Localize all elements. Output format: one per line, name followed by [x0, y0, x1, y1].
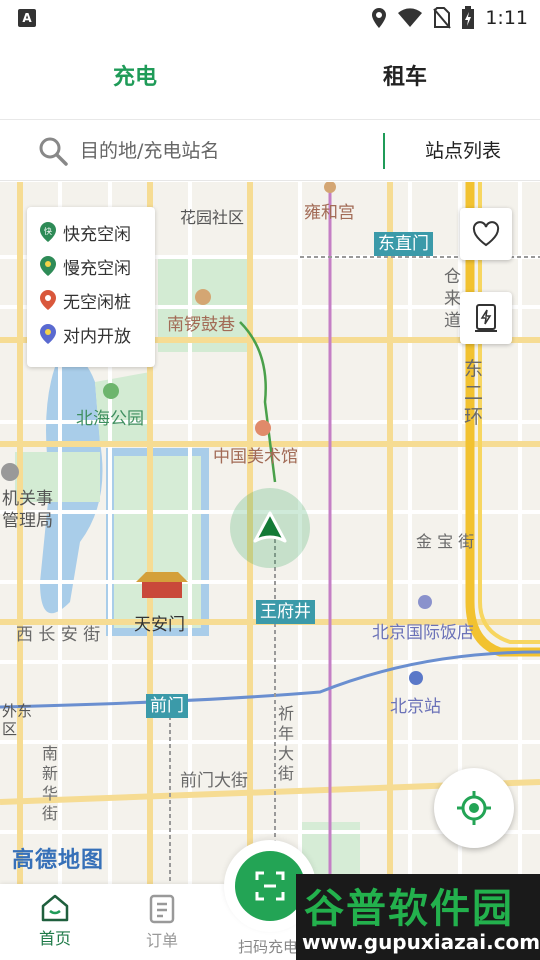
metro-station-label: 前门 — [146, 694, 188, 718]
nav-orders-label: 订单 — [145, 931, 178, 950]
map-label: 南锣鼓巷 — [167, 315, 235, 335]
road-label: 前门大街 — [180, 771, 248, 791]
charger-filter-button[interactable] — [460, 292, 512, 344]
watermark: 谷普软件园 www.gupuxiazai.com — [296, 874, 540, 960]
metro-station-label: 东直门 — [374, 232, 433, 256]
search-icon — [39, 137, 68, 166]
station-list-button[interactable]: 站点列表 — [386, 121, 540, 181]
legend-item-no-free: 无空闲桩 — [39, 283, 155, 317]
road-label: 二 — [464, 382, 484, 404]
legend-item-slow-free: 慢充空闲 — [39, 249, 155, 283]
svg-text:快: 快 — [44, 226, 52, 236]
fast-charge-pin-icon: 快 — [40, 222, 56, 242]
favorites-button[interactable] — [460, 208, 512, 260]
map-label: 管理局 — [2, 511, 53, 531]
road-label: 东 — [464, 358, 484, 380]
scan-icon — [255, 871, 285, 901]
search-input[interactable] — [80, 131, 370, 171]
legend-label: 慢充空闲 — [63, 258, 131, 279]
order-list-icon — [149, 894, 175, 924]
legend-label: 对内开放 — [63, 326, 131, 347]
map-label: 花园社区 — [180, 208, 245, 227]
map-label: 北京国际饭店 — [372, 623, 474, 643]
notification-app-icon: A — [18, 9, 36, 27]
amap-logo: 高德地图 — [12, 848, 105, 873]
internal-pin-icon — [40, 324, 56, 344]
search-divider — [383, 133, 385, 169]
top-tabs: 充电 租车 — [0, 36, 540, 120]
road-label: 南新华街 — [42, 744, 59, 823]
crosshair-icon — [457, 791, 491, 825]
scan-charge-label: 扫码充电 — [238, 938, 299, 956]
charging-station-icon — [475, 304, 497, 332]
watermark-title: 谷普软件园 — [304, 886, 514, 932]
charging-legend: 快 快充空闲 慢充空闲 无空闲桩 对内开放 — [27, 207, 155, 367]
nav-home[interactable]: 首页 — [0, 884, 110, 960]
nav-orders[interactable]: 订单 — [107, 884, 217, 960]
legend-label: 无空闲桩 — [63, 292, 131, 313]
legend-label: 快充空闲 — [63, 224, 131, 245]
locate-me-button[interactable] — [434, 768, 514, 848]
legend-item-internal: 对内开放 — [39, 317, 155, 351]
status-icons: 1:11 — [371, 6, 528, 30]
road-label: 金 宝 街 — [416, 532, 475, 551]
location-icon — [372, 8, 387, 28]
heart-icon — [472, 221, 500, 247]
status-bar: A 1:11 — [0, 0, 540, 36]
search-bar: 站点列表 — [0, 121, 540, 181]
map-label: 北京站 — [390, 697, 441, 717]
road-label: 西 长 安 街 — [16, 625, 101, 645]
current-location-marker — [230, 488, 310, 568]
scan-button-inner — [235, 851, 305, 921]
navigation-arrow-icon — [253, 511, 287, 543]
map-view[interactable]: 花园社区 雍和宫 东直门 仓 来 道 南锣鼓巷 东 二 环 北海公园 中国美术馆… — [0, 182, 540, 884]
nav-home-label: 首页 — [38, 929, 71, 948]
map-label: 中国美术馆 — [213, 447, 298, 467]
road-label: 祈年大街 — [278, 704, 295, 783]
slow-charge-pin-icon — [40, 256, 56, 276]
road-label: 环 — [464, 406, 484, 428]
legend-item-fast-free: 快 快充空闲 — [39, 215, 155, 249]
map-label: 天安门 — [134, 615, 185, 635]
no-sim-icon — [433, 7, 452, 29]
road-label: 道 — [444, 311, 461, 331]
watermark-url: www.gupuxiazai.com — [302, 930, 540, 954]
clock: 1:11 — [485, 7, 528, 29]
tab-charging[interactable]: 充电 — [0, 36, 270, 120]
map-label: 雍和宫 — [304, 203, 355, 223]
no-free-pin-icon — [40, 290, 56, 310]
home-icon — [41, 894, 69, 922]
map-label: 北海公园 — [76, 409, 144, 429]
map-label: 区 — [2, 720, 18, 738]
battery-charging-icon — [462, 6, 475, 29]
tab-car-rental[interactable]: 租车 — [270, 36, 540, 120]
metro-station-label: 王府井 — [256, 600, 315, 624]
wifi-icon — [398, 8, 423, 27]
